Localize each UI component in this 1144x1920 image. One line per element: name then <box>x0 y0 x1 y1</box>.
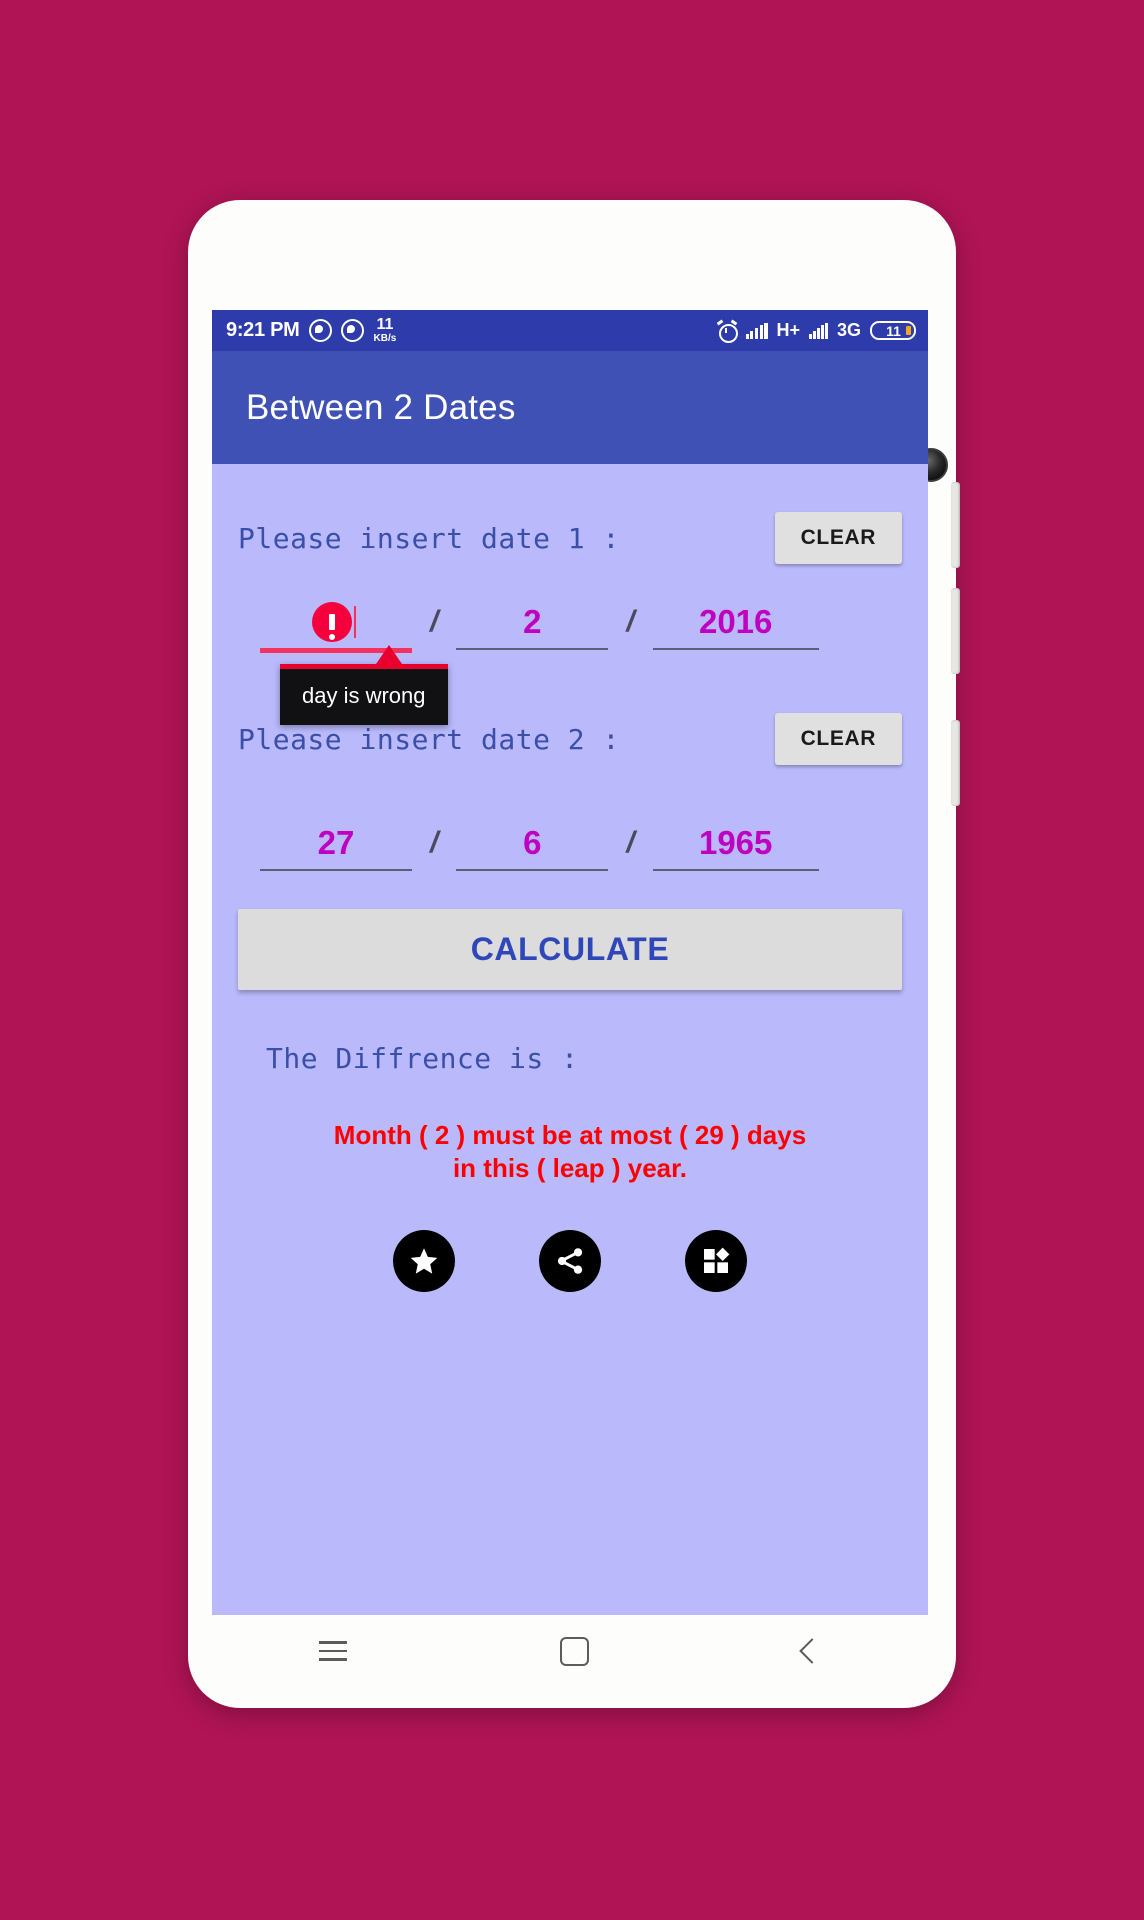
network-type-label-1: H+ <box>776 320 801 340</box>
date2-separator-1: / <box>430 826 439 859</box>
sync-icon <box>308 319 332 342</box>
date1-month-value: 2 <box>523 603 542 640</box>
date2-year-field[interactable]: 1965 <box>652 821 819 871</box>
date2-year-value: 1965 <box>698 824 773 861</box>
network-type-label-2: 3G <box>836 320 861 340</box>
signal-bars-icon-secondary <box>809 322 828 339</box>
date2-year-underline <box>652 869 819 871</box>
date2-separator-2: / <box>626 826 635 859</box>
share-icon[interactable] <box>539 1229 601 1292</box>
status-bar-left: 9:21 PM 11 KB/s <box>226 317 396 344</box>
action-icons-row <box>238 1229 902 1292</box>
date1-clear-button[interactable]: CLEAR <box>774 512 902 564</box>
apps-grid-icon[interactable] <box>685 1229 747 1292</box>
status-time: 9:21 PM <box>226 319 300 341</box>
battery-indicator: 11 <box>870 321 916 340</box>
result-message-line-2: in this ( leap ) year. <box>452 1153 688 1184</box>
status-bar: 9:21 PM 11 KB/s H+ 3G 11 <box>212 310 928 351</box>
result-error-message: Month ( 2 ) must be at most ( 29 ) days … <box>238 1119 902 1186</box>
home-icon[interactable] <box>560 1636 590 1666</box>
date1-year-underline <box>652 648 819 650</box>
status-bar-right: H+ 3G 11 <box>716 319 916 343</box>
signal-bars-icon <box>745 322 768 339</box>
network-speed-indicator: 11 KB/s <box>374 317 397 344</box>
main-content: Please insert date 1 : CLEAR 30 day is w… <box>212 464 928 1615</box>
menu-icon[interactable] <box>318 1635 347 1667</box>
difference-result-label: The Diffrence is : <box>266 1042 579 1075</box>
date1-separator-2: / <box>626 605 635 638</box>
date2-month-value: 6 <box>523 824 542 861</box>
date1-year-field[interactable]: 2016 <box>652 600 819 650</box>
alarm-icon <box>716 319 738 343</box>
date2-month-field[interactable]: 6 <box>456 821 609 871</box>
star-icon[interactable] <box>393 1229 455 1292</box>
volume-down-button[interactable] <box>951 588 960 674</box>
date1-month-underline <box>456 648 609 650</box>
battery-level: 11 <box>886 322 901 339</box>
network-speed-value: 11 <box>376 316 394 333</box>
date2-month-underline <box>456 869 609 871</box>
volume-up-button[interactable] <box>951 482 960 568</box>
power-button[interactable] <box>951 720 960 806</box>
android-navigation-bar <box>212 1615 928 1687</box>
page-title: Between 2 Dates <box>246 387 516 427</box>
date2-day-underline <box>260 869 412 871</box>
phone-screen: 9:21 PM 11 KB/s H+ 3G 11 Between 2 Dates <box>212 310 928 1615</box>
date2-day-field[interactable]: 27 <box>260 821 412 871</box>
date1-separator-1: / <box>430 605 439 638</box>
date1-input-row: 30 day is wrong / 2 / 2016 <box>238 600 902 725</box>
network-speed-unit: KB/s <box>373 333 397 344</box>
date1-month-field[interactable]: 2 <box>456 600 609 650</box>
date1-prompt-row: Please insert date 1 : CLEAR <box>238 512 902 564</box>
app-bar: Between 2 Dates <box>212 351 928 464</box>
back-icon[interactable] <box>799 1638 825 1664</box>
date1-day-field[interactable]: 30 day is wrong <box>260 600 448 725</box>
date1-prompt-label: Please insert date 1 : <box>238 521 620 555</box>
date2-day-value: 27 <box>317 824 355 861</box>
date2-clear-button[interactable]: CLEAR <box>774 713 902 765</box>
date2-prompt-label: Please insert date 2 : <box>238 722 620 756</box>
result-message-line-1: Month ( 2 ) must be at most ( 29 ) days <box>333 1120 807 1150</box>
date2-input-row: 27 / 6 / 1965 <box>238 821 902 871</box>
day-error-tooltip: day is wrong <box>280 645 448 725</box>
calculate-button[interactable]: CALCULATE <box>238 909 902 990</box>
sync-icon <box>340 319 364 342</box>
date1-year-value: 2016 <box>698 603 773 640</box>
date1-day-value-wrap: 30 <box>312 600 357 644</box>
text-caret <box>354 606 357 638</box>
